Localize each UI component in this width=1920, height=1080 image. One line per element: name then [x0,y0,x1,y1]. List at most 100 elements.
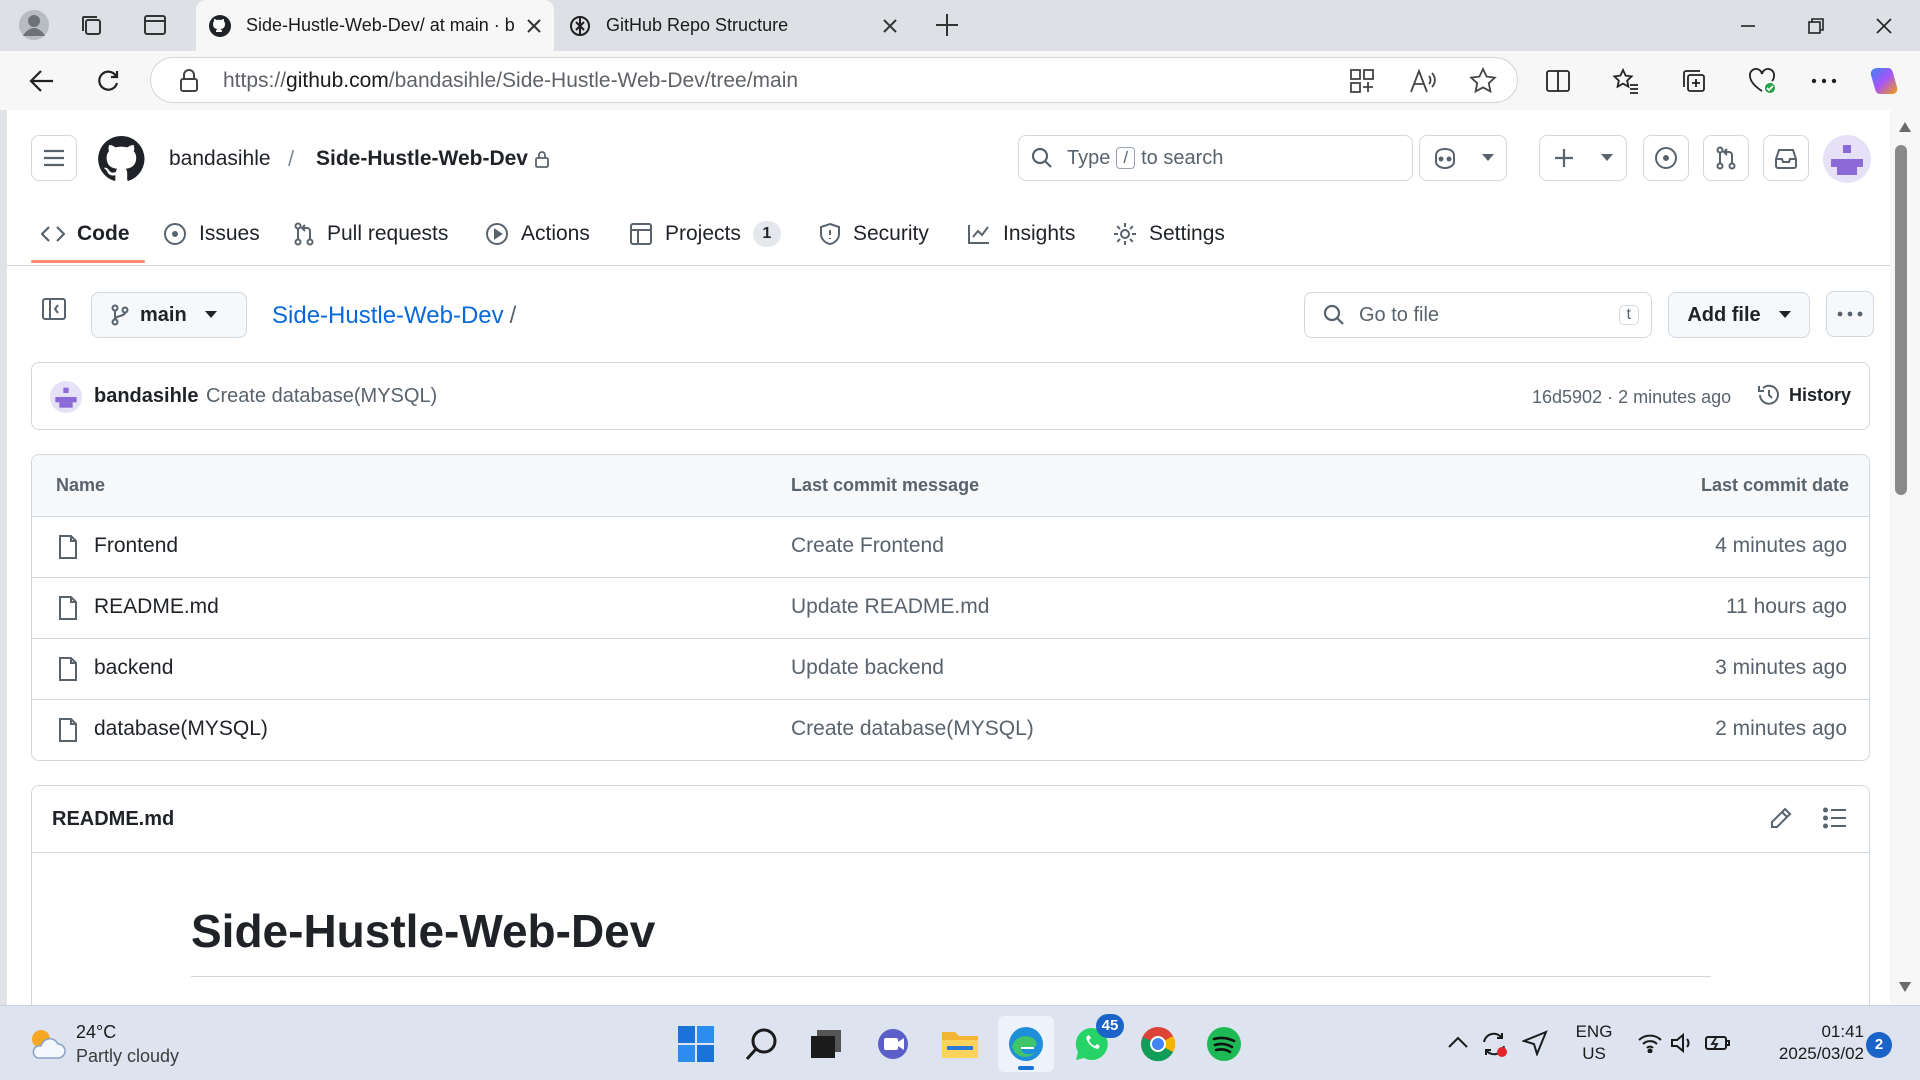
lock-icon[interactable] [179,69,199,93]
location-icon[interactable] [1522,1030,1548,1056]
pull-requests-button[interactable] [1703,135,1749,181]
scroll-down-icon[interactable] [1899,982,1911,992]
file-commit-message[interactable]: Update README.md [791,595,989,619]
minimize-icon[interactable] [1714,0,1782,51]
collections-icon[interactable] [1676,63,1712,99]
more-options-icon[interactable] [1806,63,1842,99]
taskbar-chrome[interactable] [1130,1016,1186,1072]
menu-button[interactable] [31,135,77,181]
back-icon[interactable] [24,63,60,99]
url-text[interactable]: https://github.com/bandasihle/Side-Hustl… [223,69,798,93]
commit-meta[interactable]: 16d5902 · 2 minutes ago [1532,387,1731,408]
file-commit-message[interactable]: Create Frontend [791,534,944,558]
breadcrumb: Side-Hustle-Web-Dev / [272,302,517,330]
tab-security[interactable]: Security [819,206,929,262]
taskbar-spotify[interactable] [1196,1016,1252,1072]
show-hidden-icons[interactable] [1448,1036,1468,1048]
windows-logo-icon [678,1026,714,1062]
close-tab-icon[interactable] [882,18,898,34]
tab-code[interactable]: Code [41,206,130,262]
split-screen-icon[interactable] [1540,63,1576,99]
taskbar-teams[interactable] [866,1016,922,1072]
language-indicator[interactable]: ENG US [1574,1021,1614,1065]
copilot-button[interactable] [1419,135,1507,181]
start-button[interactable] [668,1016,724,1072]
tab-insights[interactable]: Insights [967,206,1075,262]
file-commit-message[interactable]: Create database(MYSQL) [791,717,1034,741]
file-commit-message[interactable]: Update backend [791,656,944,680]
table-row[interactable]: database(MYSQL) Create database(MYSQL) 2… [32,699,1869,760]
meet-icon [878,1029,908,1059]
address-bar[interactable]: https://github.com/bandasihle/Side-Hustl… [150,57,1518,103]
tab-settings[interactable]: Settings [1113,206,1225,262]
app-available-icon[interactable] [1349,68,1375,94]
notification-badge[interactable]: 2 [1866,1032,1892,1058]
taskbar-file-explorer[interactable] [932,1016,988,1072]
profile-avatar-icon[interactable] [18,9,50,41]
file-name-link[interactable]: Frontend [94,534,178,558]
toggle-file-tree-icon[interactable] [41,297,67,321]
breadcrumb-repo-link[interactable]: Side-Hustle-Web-Dev [272,302,504,330]
repo-name-link[interactable]: Side-Hustle-Web-Dev [316,147,550,171]
table-row[interactable]: README.md Update README.md 11 hours ago [32,577,1869,638]
close-tab-icon[interactable] [526,18,542,34]
file-name-link[interactable]: README.md [94,595,219,619]
system-clock[interactable]: 01:41 2025/03/02 [1744,1021,1864,1065]
copilot-icon[interactable] [1866,63,1902,99]
favorite-star-icon[interactable] [1469,67,1497,95]
inbox-button[interactable] [1763,135,1809,181]
repo-owner-link[interactable]: bandasihle [169,147,271,171]
read-aloud-icon[interactable] [1409,68,1437,94]
user-avatar[interactable] [1823,135,1871,183]
more-actions-button[interactable] [1826,291,1874,337]
tab-issues[interactable]: Issues [163,206,260,262]
global-search-input[interactable]: Type / to search [1018,135,1413,181]
workspaces-icon[interactable] [78,12,106,40]
readme-header-divider [32,852,1869,853]
file-icon [59,657,77,681]
table-row[interactable]: Frontend Create Frontend 4 minutes ago [32,516,1869,577]
tab-pull-requests[interactable]: Pull requests [293,206,448,262]
file-name-link[interactable]: backend [94,656,173,680]
chatgpt-favicon-icon [570,15,590,36]
taskbar-edge[interactable] [998,1016,1054,1072]
file-name-link[interactable]: database(MYSQL) [94,717,268,741]
task-view[interactable] [798,1016,854,1072]
volume-icon [1671,1032,1690,1054]
add-file-button[interactable]: Add file [1668,292,1810,338]
restore-icon[interactable] [1782,0,1850,51]
browser-tab-repo-structure[interactable]: GitHub Repo Structure [556,0,910,51]
commit-author-avatar[interactable] [50,381,82,413]
taskbar-whatsapp[interactable]: 45 [1064,1014,1124,1072]
outline-list-icon[interactable] [1823,807,1847,829]
browser-essentials-icon[interactable] [1744,63,1780,99]
edit-readme-icon[interactable] [1769,806,1793,830]
go-to-file-input[interactable]: Go to file t [1304,292,1652,338]
sync-status-icon[interactable] [1480,1030,1508,1058]
tab-projects[interactable]: Projects 1 [629,206,781,262]
tab-actions[interactable]: Actions [485,206,590,262]
scrollbar-thumb[interactable] [1895,145,1907,495]
close-window-icon[interactable] [1850,0,1918,51]
table-row[interactable]: backend Update backend 3 minutes ago [32,638,1869,699]
create-new-button[interactable] [1539,135,1627,181]
browser-tab-github[interactable]: Side-Hustle-Web-Dev/ at main · b [196,0,554,51]
reload-icon[interactable] [90,63,126,99]
quick-settings[interactable] [1638,1032,1730,1054]
weather-widget[interactable]: 24°C Partly cloudy [26,1020,196,1068]
whatsapp-badge: 45 [1096,1014,1124,1038]
readme-filename[interactable]: README.md [52,808,174,831]
issues-button[interactable] [1643,135,1689,181]
taskbar-search[interactable] [734,1016,790,1072]
new-tab-icon[interactable] [934,12,960,38]
history-button[interactable]: History [1757,383,1851,407]
commit-author[interactable]: bandasihle [94,385,198,408]
scroll-up-icon[interactable] [1899,122,1911,132]
chrome-icon [1141,1027,1175,1062]
commit-message[interactable]: Create database(MYSQL) [206,385,437,408]
tab-actions-icon[interactable] [142,12,168,38]
clock-time: 01:41 [1821,1022,1864,1041]
favorites-icon[interactable] [1608,63,1644,99]
github-logo-icon[interactable] [97,135,145,183]
branch-selector[interactable]: main [91,292,247,338]
